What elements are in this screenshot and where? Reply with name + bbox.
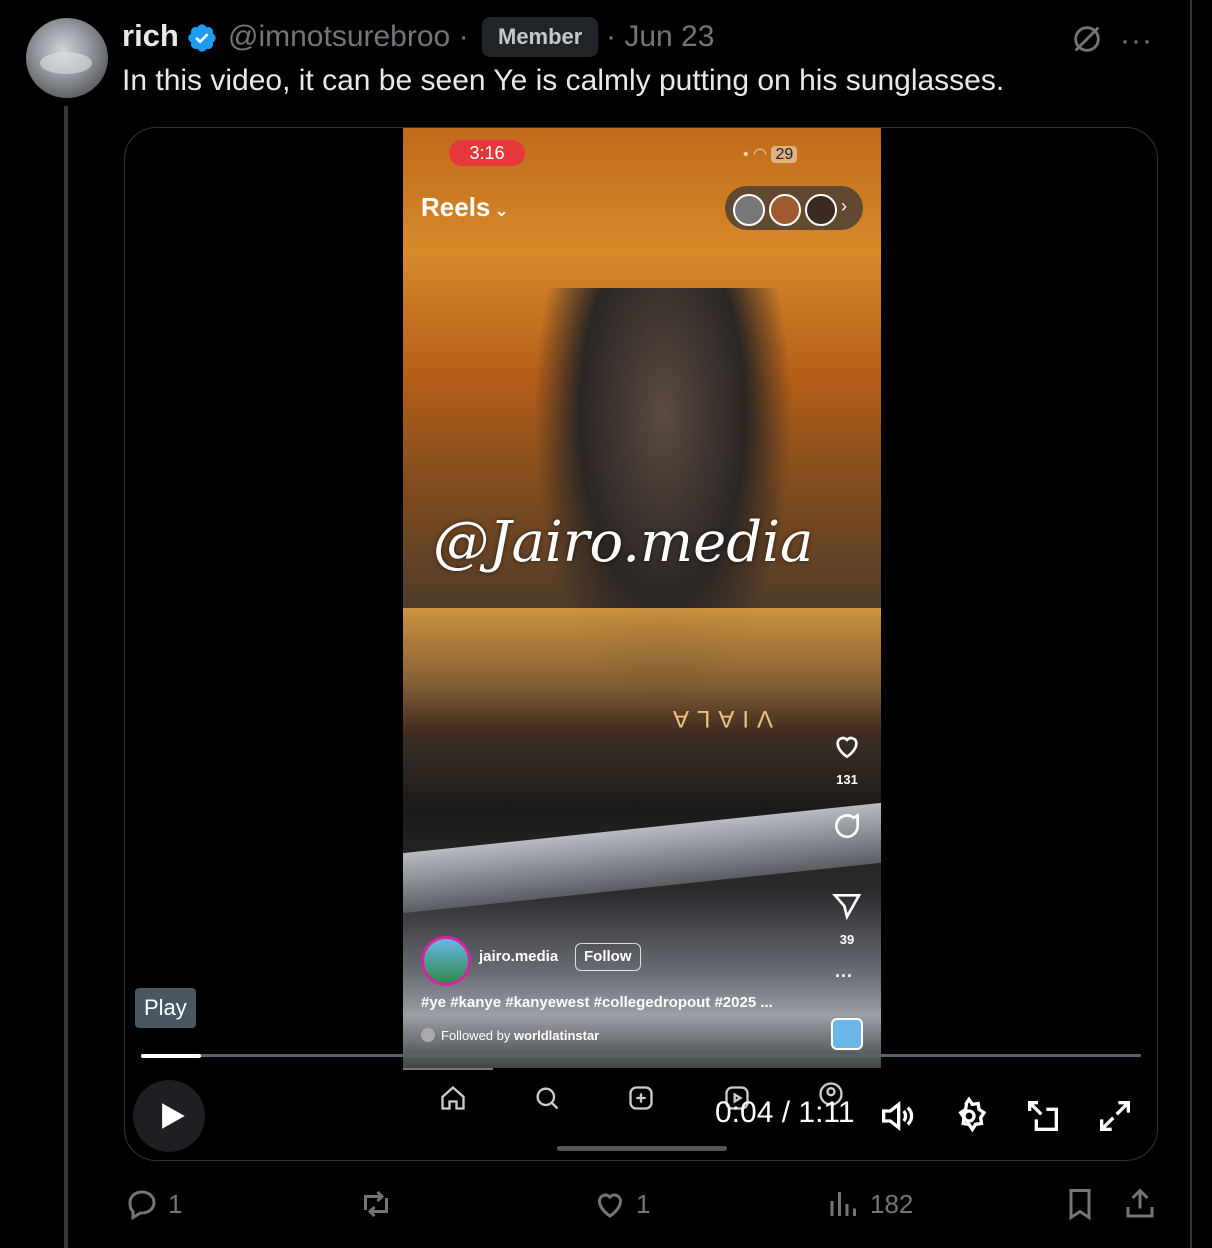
comment-icon bbox=[835, 812, 860, 839]
progress-bar[interactable] bbox=[141, 1054, 1141, 1057]
reply-icon bbox=[128, 1190, 156, 1221]
like-count: 1 bbox=[636, 1188, 651, 1219]
progress-bar-fill bbox=[141, 1054, 201, 1058]
reel-follow-button: Follow bbox=[575, 943, 641, 971]
thread-line bbox=[64, 106, 68, 1248]
volume-icon[interactable] bbox=[877, 1096, 917, 1136]
story-avatar bbox=[733, 194, 765, 226]
share-button[interactable] bbox=[1122, 1186, 1158, 1222]
author-name[interactable]: rich bbox=[122, 18, 179, 54]
send-icon bbox=[832, 894, 862, 921]
view-count: 182 bbox=[870, 1188, 914, 1219]
audio-thumbnail-icon bbox=[831, 1018, 863, 1050]
watermark: @Jairo.media bbox=[433, 510, 814, 575]
repost-icon bbox=[364, 1190, 388, 1218]
views-chart-icon bbox=[830, 1192, 856, 1216]
reply-button[interactable]: 1 bbox=[124, 1186, 182, 1222]
views-button[interactable]: 182 bbox=[826, 1186, 913, 1222]
search-icon bbox=[536, 1087, 559, 1110]
story-avatar bbox=[805, 194, 837, 226]
status-time: 3:16 bbox=[449, 140, 525, 166]
share-icon bbox=[1126, 1188, 1154, 1218]
nav-active-indicator bbox=[403, 1068, 493, 1070]
avatar[interactable] bbox=[26, 18, 108, 98]
verified-badge-icon[interactable] bbox=[186, 22, 218, 54]
car-window bbox=[403, 802, 881, 914]
home-indicator bbox=[557, 1146, 727, 1151]
settings-gear-icon[interactable] bbox=[949, 1096, 989, 1136]
reel-followed-by: Followed by worldlatinstar bbox=[421, 1028, 599, 1043]
play-icon bbox=[162, 1103, 185, 1129]
heart-icon bbox=[836, 736, 858, 759]
car-roof bbox=[403, 608, 881, 738]
bookmark-button[interactable] bbox=[1062, 1186, 1098, 1222]
reel-username: jairo.media bbox=[479, 948, 559, 965]
status-icons: • ◠ 29 bbox=[743, 144, 798, 164]
author-handle[interactable]: @imnotsurebroo · bbox=[228, 20, 469, 54]
more-options-icon[interactable]: ··· bbox=[1120, 24, 1153, 58]
create-icon bbox=[629, 1086, 653, 1110]
chevron-right-icon: › bbox=[841, 196, 847, 216]
video-player[interactable]: VIALA 3:16 • ◠ 29 Reels ⌄ › @Jairo.media… bbox=[124, 127, 1158, 1161]
home-icon bbox=[441, 1085, 465, 1110]
play-button[interactable] bbox=[133, 1080, 205, 1152]
pip-icon[interactable] bbox=[1023, 1096, 1063, 1136]
reel-more-icon: ··· bbox=[835, 966, 853, 986]
reel-author-avatar bbox=[421, 936, 471, 986]
video-frame: VIALA 3:16 • ◠ 29 Reels ⌄ › @Jairo.media… bbox=[403, 128, 881, 1160]
story-avatars: › bbox=[725, 186, 863, 230]
tweet-text: In this video, it can be seen Ye is calm… bbox=[122, 64, 1005, 97]
story-avatar bbox=[769, 194, 801, 226]
reel-share-count: 39 bbox=[839, 932, 855, 947]
like-button[interactable]: 1 bbox=[592, 1186, 650, 1222]
like-heart-icon bbox=[597, 1193, 623, 1218]
repost-button[interactable] bbox=[356, 1186, 404, 1222]
video-time: 0:04 / 1:11 bbox=[715, 1096, 855, 1129]
bookmark-icon bbox=[1069, 1189, 1091, 1221]
fullscreen-icon[interactable] bbox=[1095, 1096, 1135, 1136]
reel-like-count: 131 bbox=[836, 772, 858, 787]
reflected-sign: VIALA bbox=[665, 705, 774, 732]
column-border bbox=[1190, 0, 1192, 1248]
grok-icon[interactable] bbox=[1070, 22, 1104, 56]
post-date[interactable]: · Jun 23 bbox=[606, 20, 714, 54]
member-badge[interactable]: Member bbox=[482, 17, 599, 57]
play-tooltip: Play bbox=[135, 988, 196, 1028]
reply-count: 1 bbox=[168, 1188, 183, 1219]
reels-header: Reels ⌄ bbox=[421, 192, 509, 222]
reel-caption: #ye #kanye #kanyewest #collegedropout #2… bbox=[421, 994, 773, 1011]
